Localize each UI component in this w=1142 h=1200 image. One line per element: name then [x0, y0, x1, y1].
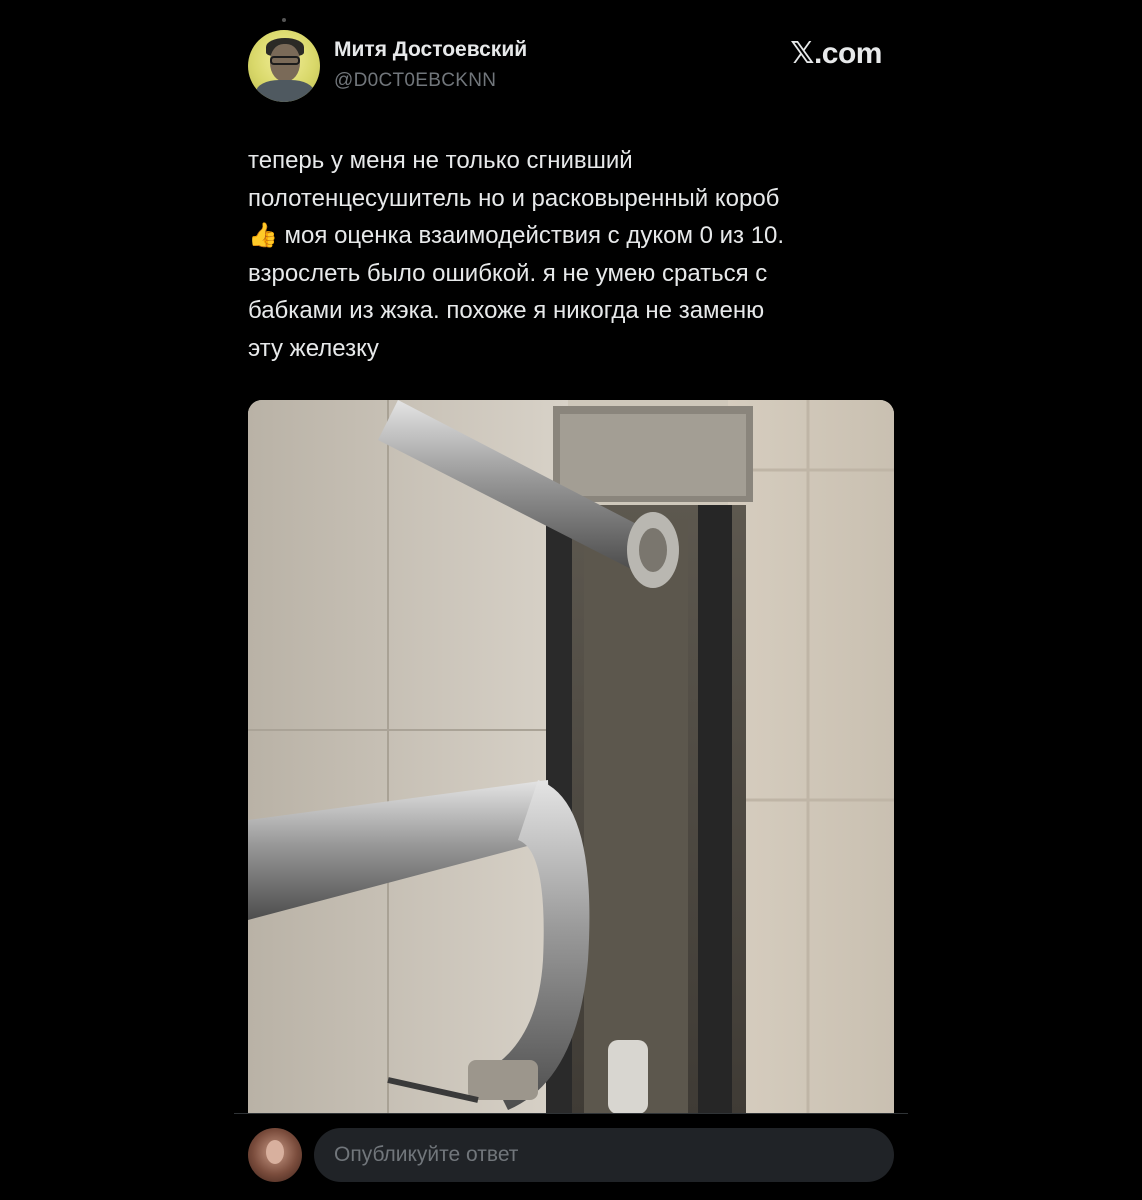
user-avatar[interactable] — [248, 1128, 302, 1182]
divider — [234, 1113, 908, 1114]
reply-input[interactable]: Опубликуйте ответ — [314, 1128, 894, 1182]
tweet-header: Митя Достоевский @D0CT0EBCKNN 𝕏.com — [248, 30, 894, 104]
author-avatar[interactable] — [248, 30, 320, 102]
tweet-text: теперь у меня не только сгнивший полотен… — [248, 147, 785, 362]
author-name[interactable]: Митя Достоевский — [334, 38, 527, 62]
x-logo: 𝕏.com — [790, 37, 882, 70]
author-handle[interactable]: @D0CT0EBCKNN — [334, 70, 496, 92]
tweet-photo[interactable] — [248, 400, 894, 1114]
status-dot — [282, 18, 286, 22]
reply-placeholder: Опубликуйте ответ — [334, 1143, 519, 1166]
